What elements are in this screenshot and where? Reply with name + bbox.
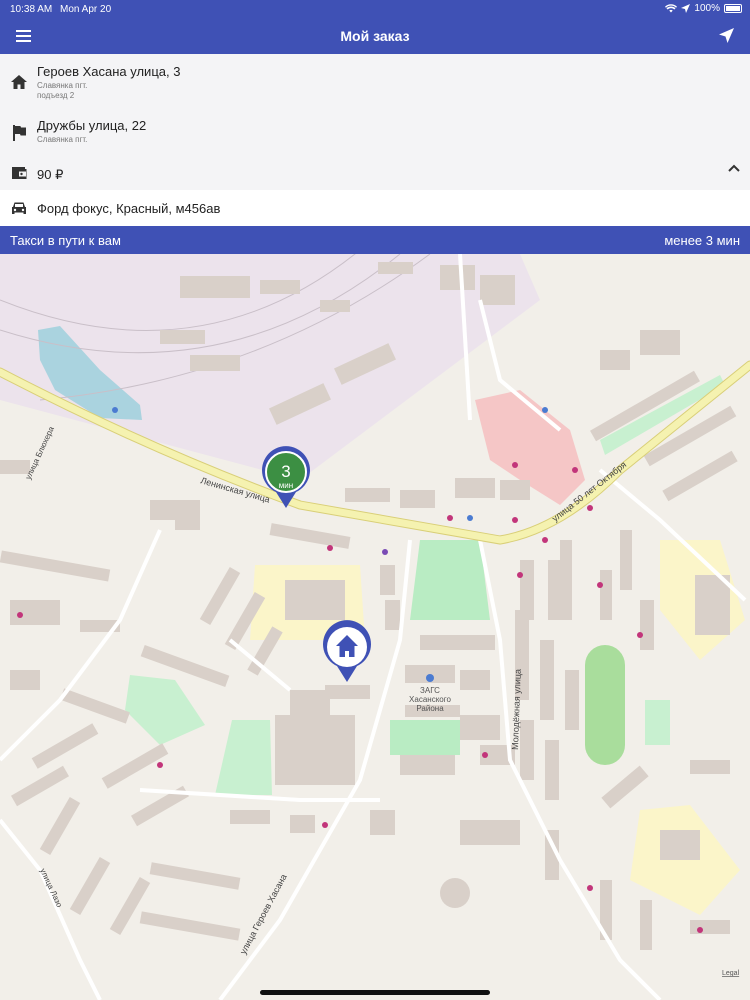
battery-icon [724, 4, 742, 13]
status-time: 10:38 AM [10, 4, 53, 15]
pickup-address: Героев Хасана улица, 3 [37, 64, 181, 79]
place-label-zags-2: Хасанского [409, 695, 451, 704]
app-bar: Мой заказ [0, 18, 750, 54]
flag-icon [13, 125, 26, 141]
park-1 [410, 540, 490, 620]
vehicle-row: Форд фокус, Красный, м456ав [0, 190, 750, 226]
status-date: Mon Apr 20 [60, 4, 112, 15]
home-indicator [260, 990, 490, 995]
street-label-blyukhera: улица Блюхера [24, 425, 57, 481]
destination-locality: Славянка пгт. [37, 135, 88, 144]
destination-row[interactable]: Дружбы улица, 22 Славянка пгт. [0, 108, 750, 158]
chevron-up-icon[interactable] [728, 164, 740, 172]
home-icon [11, 75, 27, 89]
page-title: Мой заказ [340, 28, 410, 44]
map-view[interactable]: улица Блюхера Ленинская улица улица 50 л… [0, 254, 750, 1000]
wifi-icon [665, 4, 678, 13]
place-label-zags-1: ЗАГС [420, 686, 440, 695]
taxi-eta-unit: мин [279, 481, 293, 490]
status-bar: 10:38 AM Mon Apr 20 100% [0, 0, 750, 18]
status-indicators: 100% [665, 3, 742, 14]
legal-link[interactable]: Legal [722, 970, 740, 977]
taxi-eta-value: 3 [281, 462, 290, 481]
battery-percent: 100% [694, 3, 720, 14]
price-amount: 90 ₽ [37, 167, 64, 182]
car-icon [12, 202, 26, 214]
eta-text: менее 3 мин [664, 233, 740, 248]
place-label-zags-3: Района [416, 704, 444, 713]
destination-address: Дружбы улица, 22 [37, 118, 147, 133]
location-status-icon [681, 4, 691, 13]
park-3 [125, 675, 205, 745]
stadium [585, 645, 625, 765]
street-label-lazo: улица Лазо [38, 867, 64, 909]
wallet-icon [12, 167, 27, 179]
price-row[interactable]: 90 ₽ [0, 158, 750, 190]
park-2 [390, 720, 460, 755]
park-4 [215, 720, 272, 795]
status-text: Такси в пути к вам [10, 233, 121, 248]
pickup-entrance: подъезд 2 [37, 91, 75, 100]
park-5 [645, 700, 670, 745]
vehicle-description: Форд фокус, Красный, м456ав [37, 201, 221, 216]
home-marker[interactable] [323, 620, 372, 682]
pickup-locality: Славянка пгт. [37, 81, 88, 90]
status-banner: Такси в пути к вам менее 3 мин [0, 226, 750, 254]
navigation-arrow-icon[interactable] [719, 28, 734, 43]
pickup-row[interactable]: Героев Хасана улица, 3 Славянка пгт. под… [0, 54, 750, 108]
order-details: Героев Хасана улица, 3 Славянка пгт. под… [0, 54, 750, 226]
